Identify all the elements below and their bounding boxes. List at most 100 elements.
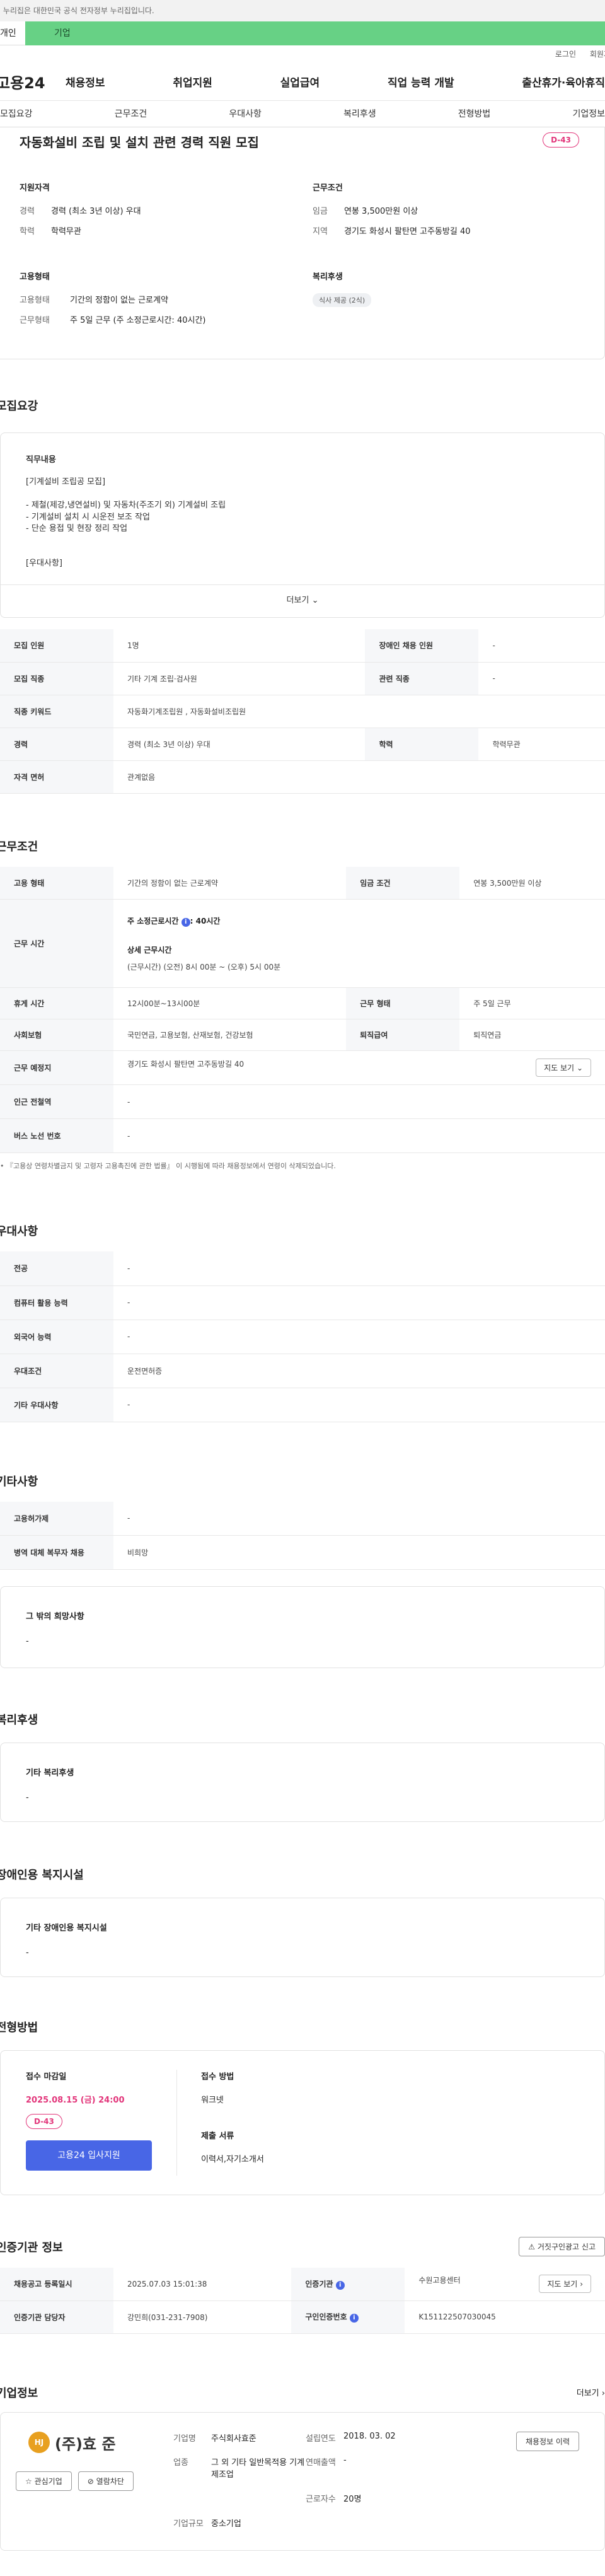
area-key: 지역 xyxy=(313,227,328,236)
bus-key: 버스 노선 번호 xyxy=(0,1118,113,1153)
info-icon[interactable]: i xyxy=(181,917,190,927)
info-icon[interactable]: i xyxy=(349,2314,359,2323)
sub-nav: 모집요강 근무조건 우대사항 복리후생 전형방법 기업정보 xyxy=(0,101,605,127)
weekly-hours-label: 주 소정근로시간 xyxy=(127,916,179,925)
etc-table: 고용허가제 - 병역 대체 복무자 채용 비희망 xyxy=(0,1501,605,1570)
company-name-key: 기업명 xyxy=(173,2434,196,2444)
welfare-chip: 식사 제공 (2식) xyxy=(313,293,372,307)
emp-type-value: 기간의 정함이 없는 근로계약 xyxy=(113,866,347,900)
row-key: 우대조건 xyxy=(0,1354,113,1388)
company-section: 기업정보 더보기 › HJ (주)효 준 ☆ 관심기업 ⊘ 열람차단 기업명 주식… xyxy=(0,2384,605,2551)
subnav-item[interactable]: 근무조건 xyxy=(115,101,147,127)
table-row: 고용허가제 - xyxy=(0,1501,605,1536)
subnav-item[interactable]: 모집요강 xyxy=(0,101,33,127)
est-key: 설립연도 xyxy=(306,2434,336,2444)
edu-key: 학력 xyxy=(20,227,35,236)
edu-value: 학력무관 xyxy=(51,227,81,236)
process-dday-badge: D-43 xyxy=(26,2114,62,2129)
docs-value: 이력서,자기소개서 xyxy=(201,2155,264,2164)
reg-date-value: 2025.07.03 15:01:38 xyxy=(113,2268,292,2301)
company-more-link[interactable]: 더보기 › xyxy=(577,2386,605,2398)
wage-cond-value: 연봉 3,500만원 이상 xyxy=(459,866,605,900)
wage-value: 연봉 3,500만원 이상 xyxy=(344,207,418,216)
industry-value: 그 외 기타 일반목적용 기계 제조업 xyxy=(211,2458,305,2480)
cert-no-value: K151122507030045 xyxy=(405,2300,605,2334)
apply-button[interactable]: 고용24 입사지원 xyxy=(26,2140,152,2171)
false-ad-report-button[interactable]: ⚠ 거짓구인광고 신고 xyxy=(519,2237,605,2256)
row-value: - xyxy=(478,662,605,695)
table-row: 외국어 능력 - xyxy=(0,1320,605,1354)
duty-line xyxy=(26,535,579,547)
tab-person[interactable]: 개인 xyxy=(0,21,25,45)
hope-value: - xyxy=(26,1637,29,1646)
cert-org-value: 수원고용센터 xyxy=(418,2276,461,2285)
chevron-down-icon: ⌄ xyxy=(576,1064,583,1072)
method-title: 접수 방법 xyxy=(201,2072,234,2082)
interest-company-button[interactable]: ☆ 관심기업 xyxy=(16,2471,72,2491)
workplace-cell: 경기도 화성시 팔탄면 고주동방길 40 지도 보기 ⌄ xyxy=(113,1050,605,1085)
table-row: 전공 - xyxy=(0,1251,605,1286)
site-logo[interactable]: 고용24 xyxy=(0,71,66,93)
map-view-label: 지도 보기 xyxy=(544,1064,575,1072)
tab-company-label: 기업 xyxy=(54,28,71,38)
row-value: - xyxy=(113,1251,605,1286)
welfare-section: 복리후생 기타 복리후생 - xyxy=(0,1711,605,1822)
login-link[interactable]: 로그인 xyxy=(555,50,576,59)
emptype-value: 기간의 정함이 없는 근로계약 xyxy=(70,296,168,305)
block-icon: ⊘ xyxy=(87,2476,94,2486)
etc-section-title: 기타사항 xyxy=(0,1475,38,1488)
gnb-item[interactable]: 채용정보 xyxy=(66,74,105,90)
hiring-history-button[interactable]: 채용정보 이력 xyxy=(516,2431,579,2451)
subway-value: - xyxy=(113,1084,605,1119)
cert-table: 채용공고 등록일시 2025.07.03 15:01:38 인증기관 i 수원고용센터… xyxy=(0,2268,605,2334)
subnav-item[interactable]: 우대사항 xyxy=(229,101,262,127)
gnb-item[interactable]: 취업지원 xyxy=(173,74,212,90)
process-section: 전형방법 접수 마감일 2025.08.15 (금) 24:00 D-43 고용… xyxy=(0,2019,605,2195)
row-key: 병역 대체 복무자 채용 xyxy=(0,1535,113,1570)
duty-line: - 제철(제강,냉연설비) 및 자동차(주조기 외) 기계설비 조립 xyxy=(26,500,226,510)
map-view-button[interactable]: 지도 보기 ⌄ xyxy=(536,1059,591,1077)
method-value: 워크넷 xyxy=(201,2096,224,2105)
row-key: 컴퓨터 활용 능력 xyxy=(0,1285,113,1320)
company-logo-block: HJ (주)효 준 ☆ 관심기업 ⊘ 열람차단 xyxy=(16,2432,173,2531)
emp-type-key: 고용 형태 xyxy=(0,866,113,900)
join-link[interactable]: 회원가입 xyxy=(590,50,605,59)
gnb-item[interactable]: 출산휴가·육아휴직 xyxy=(522,74,605,90)
bus-value: - xyxy=(113,1118,605,1153)
welfare-section-title: 복리후생 xyxy=(0,1714,38,1727)
tab-company[interactable]: 기업 xyxy=(25,21,605,45)
gov-banner: 이 누리집은 대한민국 공식 전자정부 누리집입니다. xyxy=(0,0,605,21)
block-company-button[interactable]: ⊘ 열람차단 xyxy=(78,2471,134,2491)
table-row: 모집 인원 1명 장애인 채용 인원 - xyxy=(0,629,605,663)
duty-more-button[interactable]: 더보기 ⌄ xyxy=(1,584,604,617)
job-title: 자동화설비 조립 및 설치 관련 경력 직원 모집 xyxy=(20,135,259,150)
worktype-value: 주 5일 근무 (주 소정근로시간: 40시간) xyxy=(70,316,206,325)
row-key: 장애인 채용 인원 xyxy=(365,629,479,663)
hope-title: 그 밖의 희망사항 xyxy=(26,1612,84,1622)
duty-title: 직무내용 xyxy=(26,455,56,465)
industry-key: 업종 xyxy=(173,2458,188,2468)
cert-map-button[interactable]: 지도 보기 › xyxy=(539,2275,591,2294)
info-icon[interactable]: i xyxy=(335,2280,345,2290)
welfare-block: 복리후생 식사 제공 (2식) xyxy=(313,270,580,334)
row-value: 자동화기계조립원 , 자동화설비조립원 xyxy=(113,695,605,728)
wage-key: 임금 xyxy=(313,207,328,216)
disabled-box-title: 기타 장애인용 복지시설 xyxy=(26,1923,107,1933)
row-key: 직종 키워드 xyxy=(0,695,113,728)
row-key: 자격 면허 xyxy=(0,760,113,794)
gnb-item[interactable]: 실업급여 xyxy=(280,74,320,90)
qualification-title: 지원자격 xyxy=(20,183,50,193)
gnb-item[interactable]: 직업 능력 개발 xyxy=(388,74,454,90)
pref-table: 전공 - 컴퓨터 활용 능력 - 외국어 능력 - 우대조건 운전면허증 기타 우대사항 - xyxy=(0,1251,605,1422)
subnav-item[interactable]: 전형방법 xyxy=(458,101,491,127)
wage-cond-key: 임금 조건 xyxy=(346,866,460,900)
subnav-item[interactable]: 복리후생 xyxy=(343,101,376,127)
welfare-title: 복리후생 xyxy=(313,272,343,282)
cert-map-label: 지도 보기 xyxy=(547,2280,578,2289)
area-value: 경기도 화성시 팔탄면 고주동방길 40 xyxy=(344,227,471,236)
star-icon: ☆ xyxy=(25,2476,32,2486)
deadline-value: 2025.08.15 (금) 24:00 xyxy=(26,2096,125,2105)
subnav-item[interactable]: 기업정보 xyxy=(572,101,605,127)
work-form-key: 근무 형태 xyxy=(346,987,460,1019)
employees-key: 근로자수 xyxy=(306,2495,336,2504)
